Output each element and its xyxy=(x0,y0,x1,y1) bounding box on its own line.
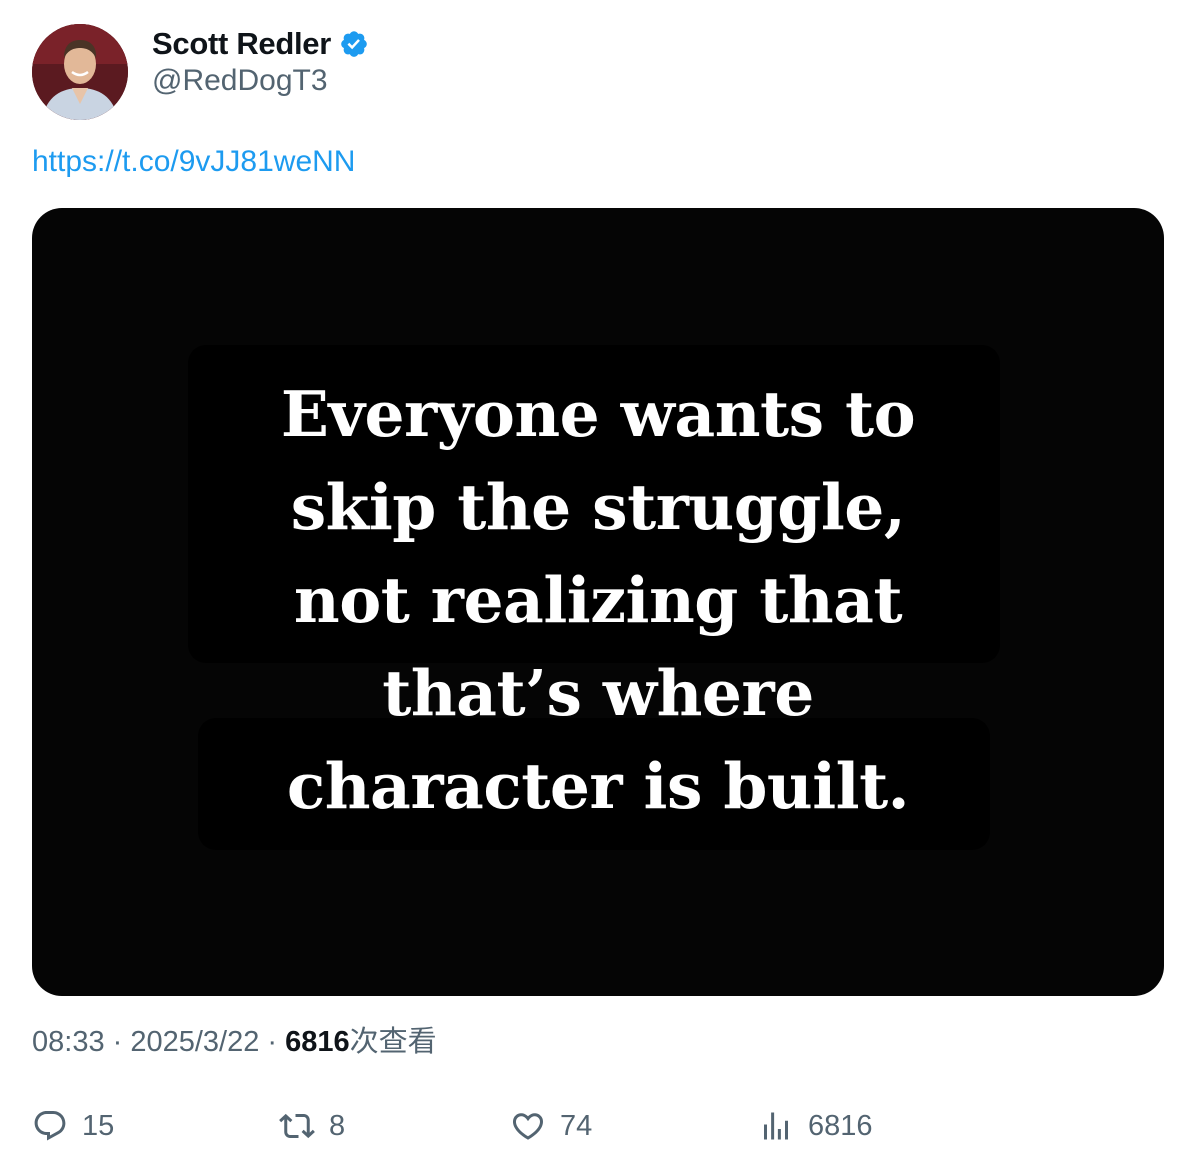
verified-badge-icon xyxy=(339,29,369,59)
reply-count: 15 xyxy=(82,1109,115,1142)
avatar-photo xyxy=(32,24,128,120)
image-quote-text: Everyone wants to skip the struggle, not… xyxy=(280,377,916,823)
views-count: 6816 xyxy=(285,1026,350,1058)
views-action-count: 6816 xyxy=(808,1109,873,1142)
author-name-row[interactable]: Scott Redler xyxy=(152,24,369,64)
tweet-link[interactable]: https://t.co/9vJJ81weNN xyxy=(32,145,355,179)
retweet-count: 8 xyxy=(329,1109,346,1142)
meta-separator: · xyxy=(259,1026,286,1058)
heart-icon xyxy=(512,1113,544,1140)
like-button[interactable]: 74 xyxy=(510,1103,592,1149)
tweet-date[interactable]: 2025/3/22 xyxy=(130,1026,259,1058)
author-handle[interactable]: @RedDogT3 xyxy=(152,64,328,98)
reply-button[interactable]: 15 xyxy=(32,1103,114,1149)
views-label: 次查看 xyxy=(349,1026,437,1058)
reply-icon xyxy=(34,1111,66,1141)
views-button[interactable]: 6816 xyxy=(758,1103,873,1149)
retweet-button[interactable]: 8 xyxy=(279,1103,345,1149)
avatar[interactable] xyxy=(32,24,128,120)
tweet-time[interactable]: 08:33 xyxy=(32,1026,105,1058)
meta-separator: · xyxy=(104,1026,131,1058)
like-count: 74 xyxy=(560,1109,593,1142)
retweet-icon xyxy=(279,1113,315,1139)
tweet-meta: 08:33 · 2025/3/22 · 6816次查看 xyxy=(32,1018,437,1060)
author-display-name[interactable]: Scott Redler xyxy=(152,26,331,62)
analytics-icon xyxy=(764,1112,788,1140)
